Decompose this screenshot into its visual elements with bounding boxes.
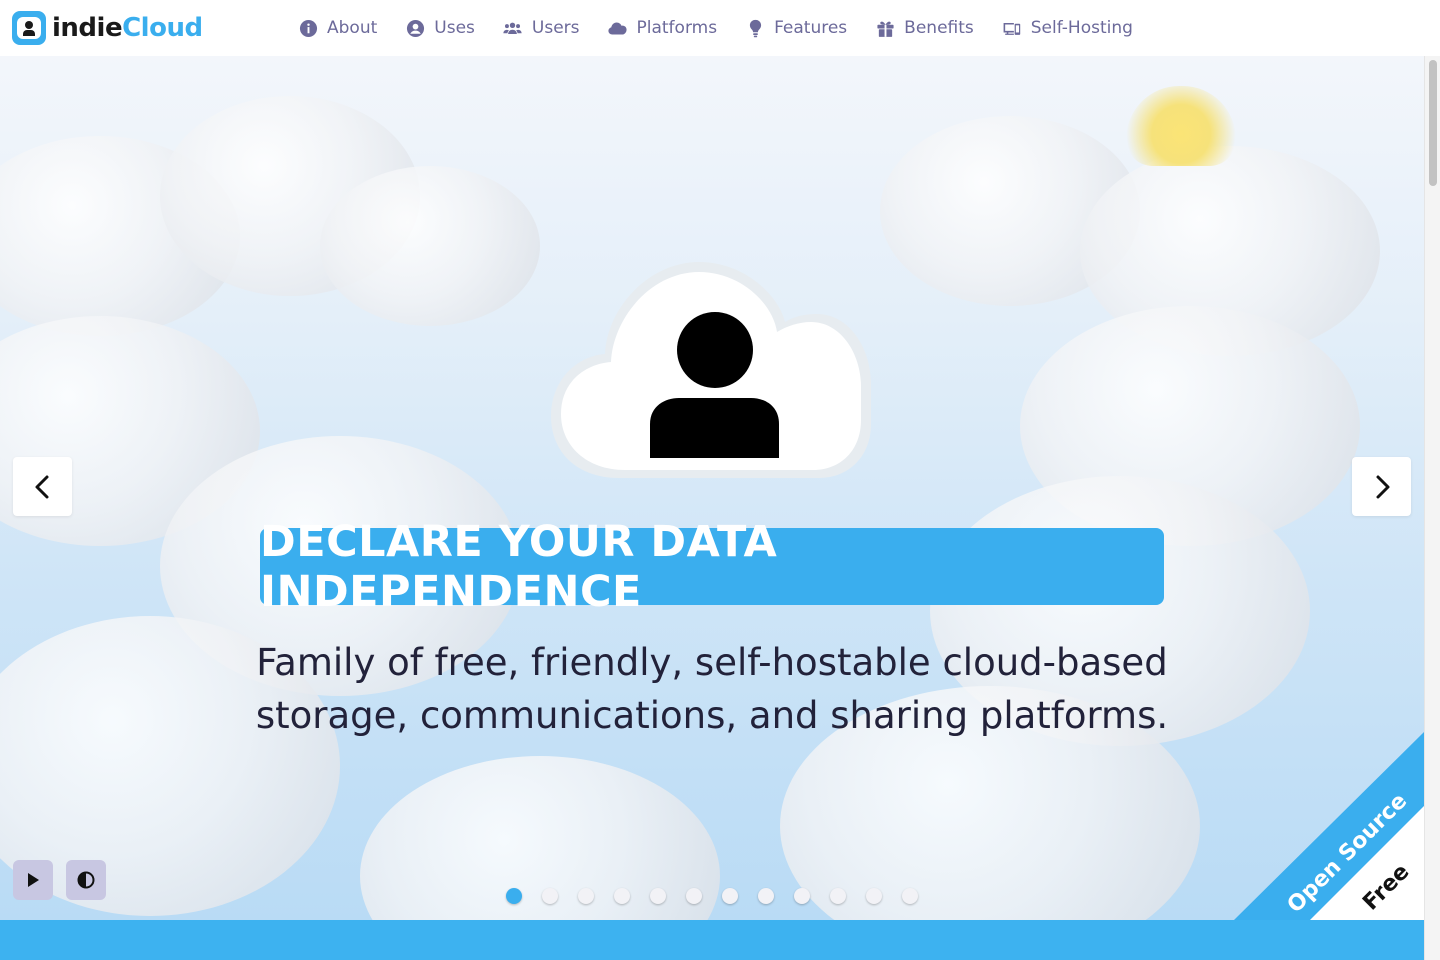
user-cloud-illustration bbox=[549, 256, 875, 482]
logo-text-indie: indie bbox=[52, 13, 123, 43]
lightbulb-icon bbox=[745, 18, 765, 38]
chevron-left-icon bbox=[35, 475, 48, 498]
open-source-free-ribbon[interactable]: Open Source Free bbox=[1234, 732, 1424, 920]
carousel-indicators bbox=[506, 888, 918, 904]
sun bbox=[1126, 86, 1236, 166]
nav-item-benefits[interactable]: Benefits bbox=[875, 14, 974, 42]
hero-subtitle: Family of free, friendly, self-hostable … bbox=[212, 636, 1212, 742]
nav-item-features[interactable]: Features bbox=[745, 14, 847, 42]
background-cloud bbox=[320, 166, 540, 326]
site-header: indieCloud About Uses Users Platforms Fe… bbox=[0, 0, 1440, 56]
scrollbar-thumb[interactable] bbox=[1429, 60, 1437, 186]
carousel-dot[interactable] bbox=[506, 888, 522, 904]
carousel-dot[interactable] bbox=[542, 888, 558, 904]
logo[interactable]: indieCloud bbox=[12, 10, 203, 46]
nav-label: About bbox=[327, 18, 378, 38]
carousel-dot[interactable] bbox=[686, 888, 702, 904]
nav-label: Users bbox=[531, 18, 580, 38]
hero-subtitle-line2: storage, communications, and sharing pla… bbox=[255, 694, 1169, 737]
carousel-dot[interactable] bbox=[614, 888, 630, 904]
nav-label: Benefits bbox=[904, 18, 974, 38]
contrast-toggle-button[interactable] bbox=[66, 860, 106, 900]
nav-item-uses[interactable]: Uses bbox=[405, 14, 475, 42]
main-nav: About Uses Users Platforms Features Bene… bbox=[298, 14, 1133, 42]
cloud-icon bbox=[608, 18, 628, 38]
autoplay-button[interactable] bbox=[13, 860, 53, 900]
logo-text: indieCloud bbox=[52, 13, 203, 43]
devices-icon bbox=[1002, 18, 1022, 38]
logo-text-cloud: Cloud bbox=[122, 13, 203, 43]
carousel-dot[interactable] bbox=[830, 888, 846, 904]
users-icon bbox=[503, 18, 523, 38]
logo-user-cloud-icon bbox=[12, 11, 46, 45]
contrast-icon bbox=[77, 871, 95, 889]
next-section-band bbox=[0, 920, 1424, 960]
carousel-dot[interactable] bbox=[902, 888, 918, 904]
carousel-dot[interactable] bbox=[578, 888, 594, 904]
gift-icon bbox=[875, 18, 895, 38]
page-scrollbar[interactable] bbox=[1424, 56, 1440, 960]
carousel-dot[interactable] bbox=[866, 888, 882, 904]
hero-headline: DECLARE YOUR DATA INDEPENDENCE bbox=[260, 517, 1164, 617]
hero-carousel: DECLARE YOUR DATA INDEPENDENCE Family of… bbox=[0, 56, 1424, 920]
nav-item-users[interactable]: Users bbox=[503, 14, 580, 42]
carousel-dot[interactable] bbox=[758, 888, 774, 904]
carousel-dot[interactable] bbox=[650, 888, 666, 904]
hero-subtitle-line1: Family of free, friendly, self-hostable … bbox=[256, 641, 1168, 684]
nav-item-platforms[interactable]: Platforms bbox=[608, 14, 718, 42]
nav-label: Platforms bbox=[636, 18, 718, 38]
carousel-next-button[interactable] bbox=[1352, 457, 1411, 516]
chevron-right-icon bbox=[1376, 475, 1389, 498]
carousel-prev-button[interactable] bbox=[13, 457, 72, 516]
nav-label: Features bbox=[774, 18, 848, 38]
play-icon bbox=[28, 873, 39, 887]
nav-item-self-hosting[interactable]: Self-Hosting bbox=[1002, 14, 1133, 42]
carousel-dot[interactable] bbox=[794, 888, 810, 904]
nav-item-about[interactable]: About bbox=[298, 14, 377, 42]
info-circle-icon bbox=[298, 18, 318, 38]
user-circle-icon bbox=[405, 18, 425, 38]
nav-label: Uses bbox=[434, 18, 475, 38]
nav-label: Self-Hosting bbox=[1030, 18, 1133, 38]
carousel-dot[interactable] bbox=[722, 888, 738, 904]
